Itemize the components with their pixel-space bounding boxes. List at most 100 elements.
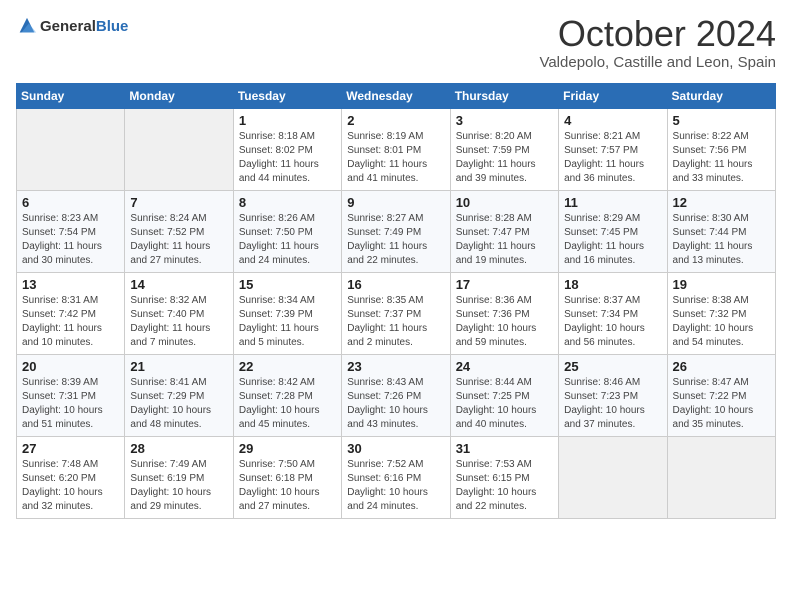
calendar-cell: 5 Sunrise: 8:22 AM Sunset: 7:56 PM Daylig… (667, 109, 775, 191)
day-info: Sunrise: 8:22 AM Sunset: 7:56 PM Dayligh… (673, 130, 770, 186)
day-info: Sunrise: 8:37 AM Sunset: 7:34 PM Dayligh… (564, 294, 661, 350)
day-number: 17 (456, 277, 553, 292)
logo-icon (16, 16, 38, 38)
day-number: 15 (239, 277, 336, 292)
day-number: 16 (347, 277, 444, 292)
calendar-cell: 27Sunrise: 7:48 AM Sunset: 6:20 PM Dayli… (17, 437, 125, 519)
day-number: 2 (347, 113, 444, 128)
calendar-week-4: 20 Sunrise: 8:39 AM Sunset: 7:31 PM Dayli… (17, 355, 776, 437)
day-number: 22 (239, 359, 336, 374)
calendar-cell: 28Sunrise: 7:49 AM Sunset: 6:19 PM Dayli… (125, 437, 233, 519)
calendar-cell: 17 Sunrise: 8:36 AM Sunset: 7:36 PM Dayli… (450, 273, 558, 355)
calendar-cell: 7 Sunrise: 8:24 AM Sunset: 7:52 PM Daylig… (125, 191, 233, 273)
day-info: Sunrise: 7:52 AM Sunset: 6:16 PM Dayligh… (347, 458, 444, 514)
day-number: 30 (347, 441, 444, 456)
day-info: Sunrise: 8:47 AM Sunset: 7:22 PM Dayligh… (673, 376, 770, 432)
weekday-header-wednesday: Wednesday (342, 84, 450, 109)
day-info: Sunrise: 8:44 AM Sunset: 7:25 PM Dayligh… (456, 376, 553, 432)
day-info: Sunrise: 8:30 AM Sunset: 7:44 PM Dayligh… (673, 212, 770, 268)
calendar-cell: 22 Sunrise: 8:42 AM Sunset: 7:28 PM Dayli… (233, 355, 341, 437)
calendar-cell: 26Sunrise: 8:47 AM Sunset: 7:22 PM Dayli… (667, 355, 775, 437)
calendar-cell: 29 Sunrise: 7:50 AM Sunset: 6:18 PM Dayli… (233, 437, 341, 519)
weekday-header-sunday: Sunday (17, 84, 125, 109)
day-info: Sunrise: 8:24 AM Sunset: 7:52 PM Dayligh… (130, 212, 227, 268)
day-info: Sunrise: 8:32 AM Sunset: 7:40 PM Dayligh… (130, 294, 227, 350)
calendar-week-1: 1 Sunrise: 8:18 AM Sunset: 8:02 PM Daylig… (17, 109, 776, 191)
day-info: Sunrise: 8:29 AM Sunset: 7:45 PM Dayligh… (564, 212, 661, 268)
day-number: 9 (347, 195, 444, 210)
day-info: Sunrise: 8:21 AM Sunset: 7:57 PM Dayligh… (564, 130, 661, 186)
logo-blue-text: Blue (96, 18, 129, 35)
calendar-week-2: 6 Sunrise: 8:23 AM Sunset: 7:54 PM Daylig… (17, 191, 776, 273)
day-number: 4 (564, 113, 661, 128)
day-info: Sunrise: 8:36 AM Sunset: 7:36 PM Dayligh… (456, 294, 553, 350)
calendar-cell: 9 Sunrise: 8:27 AM Sunset: 7:49 PM Daylig… (342, 191, 450, 273)
calendar-cell: 4 Sunrise: 8:21 AM Sunset: 7:57 PM Daylig… (559, 109, 667, 191)
calendar-table: SundayMondayTuesdayWednesdayThursdayFrid… (16, 83, 776, 519)
day-number: 20 (22, 359, 119, 374)
day-number: 28 (130, 441, 227, 456)
day-info: Sunrise: 8:41 AM Sunset: 7:29 PM Dayligh… (130, 376, 227, 432)
day-number: 12 (673, 195, 770, 210)
calendar-cell: 21 Sunrise: 8:41 AM Sunset: 7:29 PM Dayli… (125, 355, 233, 437)
day-number: 27 (22, 441, 119, 456)
day-info: Sunrise: 8:43 AM Sunset: 7:26 PM Dayligh… (347, 376, 444, 432)
calendar-cell: 30 Sunrise: 7:52 AM Sunset: 6:16 PM Dayli… (342, 437, 450, 519)
weekday-header-friday: Friday (559, 84, 667, 109)
weekday-header-monday: Monday (125, 84, 233, 109)
weekday-header-tuesday: Tuesday (233, 84, 341, 109)
calendar-cell: 8Sunrise: 8:26 AM Sunset: 7:50 PM Daylig… (233, 191, 341, 273)
day-number: 3 (456, 113, 553, 128)
day-number: 5 (673, 113, 770, 128)
day-number: 21 (130, 359, 227, 374)
calendar-cell: 23Sunrise: 8:43 AM Sunset: 7:26 PM Dayli… (342, 355, 450, 437)
weekday-header-thursday: Thursday (450, 84, 558, 109)
calendar-cell: 24Sunrise: 8:44 AM Sunset: 7:25 PM Dayli… (450, 355, 558, 437)
day-info: Sunrise: 8:18 AM Sunset: 8:02 PM Dayligh… (239, 130, 336, 186)
day-number: 18 (564, 277, 661, 292)
calendar-cell: 25 Sunrise: 8:46 AM Sunset: 7:23 PM Dayli… (559, 355, 667, 437)
day-number: 11 (564, 195, 661, 210)
day-info: Sunrise: 8:35 AM Sunset: 7:37 PM Dayligh… (347, 294, 444, 350)
day-number: 6 (22, 195, 119, 210)
day-number: 1 (239, 113, 336, 128)
day-info: Sunrise: 8:26 AM Sunset: 7:50 PM Dayligh… (239, 212, 336, 268)
calendar-cell: 16 Sunrise: 8:35 AM Sunset: 7:37 PM Dayli… (342, 273, 450, 355)
day-info: Sunrise: 8:27 AM Sunset: 7:49 PM Dayligh… (347, 212, 444, 268)
day-info: Sunrise: 8:23 AM Sunset: 7:54 PM Dayligh… (22, 212, 119, 268)
calendar-cell: 18 Sunrise: 8:37 AM Sunset: 7:34 PM Dayli… (559, 273, 667, 355)
calendar-cell: 3Sunrise: 8:20 AM Sunset: 7:59 PM Daylig… (450, 109, 558, 191)
day-number: 25 (564, 359, 661, 374)
calendar-cell: 31Sunrise: 7:53 AM Sunset: 6:15 PM Dayli… (450, 437, 558, 519)
day-number: 14 (130, 277, 227, 292)
title-block: October 2024 Valdepolo, Castille and Leo… (539, 16, 776, 71)
calendar-body: 1 Sunrise: 8:18 AM Sunset: 8:02 PM Daylig… (17, 109, 776, 519)
logo-general-text: General (40, 18, 96, 35)
calendar-cell (559, 437, 667, 519)
day-info: Sunrise: 8:39 AM Sunset: 7:31 PM Dayligh… (22, 376, 119, 432)
calendar-cell (125, 109, 233, 191)
day-number: 7 (130, 195, 227, 210)
calendar-week-5: 27Sunrise: 7:48 AM Sunset: 6:20 PM Dayli… (17, 437, 776, 519)
day-info: Sunrise: 8:42 AM Sunset: 7:28 PM Dayligh… (239, 376, 336, 432)
calendar-week-3: 13 Sunrise: 8:31 AM Sunset: 7:42 PM Dayli… (17, 273, 776, 355)
day-info: Sunrise: 8:46 AM Sunset: 7:23 PM Dayligh… (564, 376, 661, 432)
month-title: October 2024 (539, 16, 776, 52)
day-info: Sunrise: 8:31 AM Sunset: 7:42 PM Dayligh… (22, 294, 119, 350)
page-header: GeneralBlue October 2024 Valdepolo, Cast… (16, 16, 776, 71)
day-info: Sunrise: 7:53 AM Sunset: 6:15 PM Dayligh… (456, 458, 553, 514)
day-info: Sunrise: 8:34 AM Sunset: 7:39 PM Dayligh… (239, 294, 336, 350)
calendar-cell: 15 Sunrise: 8:34 AM Sunset: 7:39 PM Dayli… (233, 273, 341, 355)
calendar-cell: 11 Sunrise: 8:29 AM Sunset: 7:45 PM Dayli… (559, 191, 667, 273)
day-number: 29 (239, 441, 336, 456)
day-number: 19 (673, 277, 770, 292)
calendar-cell: 13 Sunrise: 8:31 AM Sunset: 7:42 PM Dayli… (17, 273, 125, 355)
day-number: 13 (22, 277, 119, 292)
day-number: 10 (456, 195, 553, 210)
calendar-cell (17, 109, 125, 191)
day-info: Sunrise: 7:50 AM Sunset: 6:18 PM Dayligh… (239, 458, 336, 514)
calendar-cell: 19Sunrise: 8:38 AM Sunset: 7:32 PM Dayli… (667, 273, 775, 355)
calendar-cell: 1 Sunrise: 8:18 AM Sunset: 8:02 PM Daylig… (233, 109, 341, 191)
calendar-cell: 12 Sunrise: 8:30 AM Sunset: 7:44 PM Dayli… (667, 191, 775, 273)
location-title: Valdepolo, Castille and Leon, Spain (539, 54, 776, 71)
